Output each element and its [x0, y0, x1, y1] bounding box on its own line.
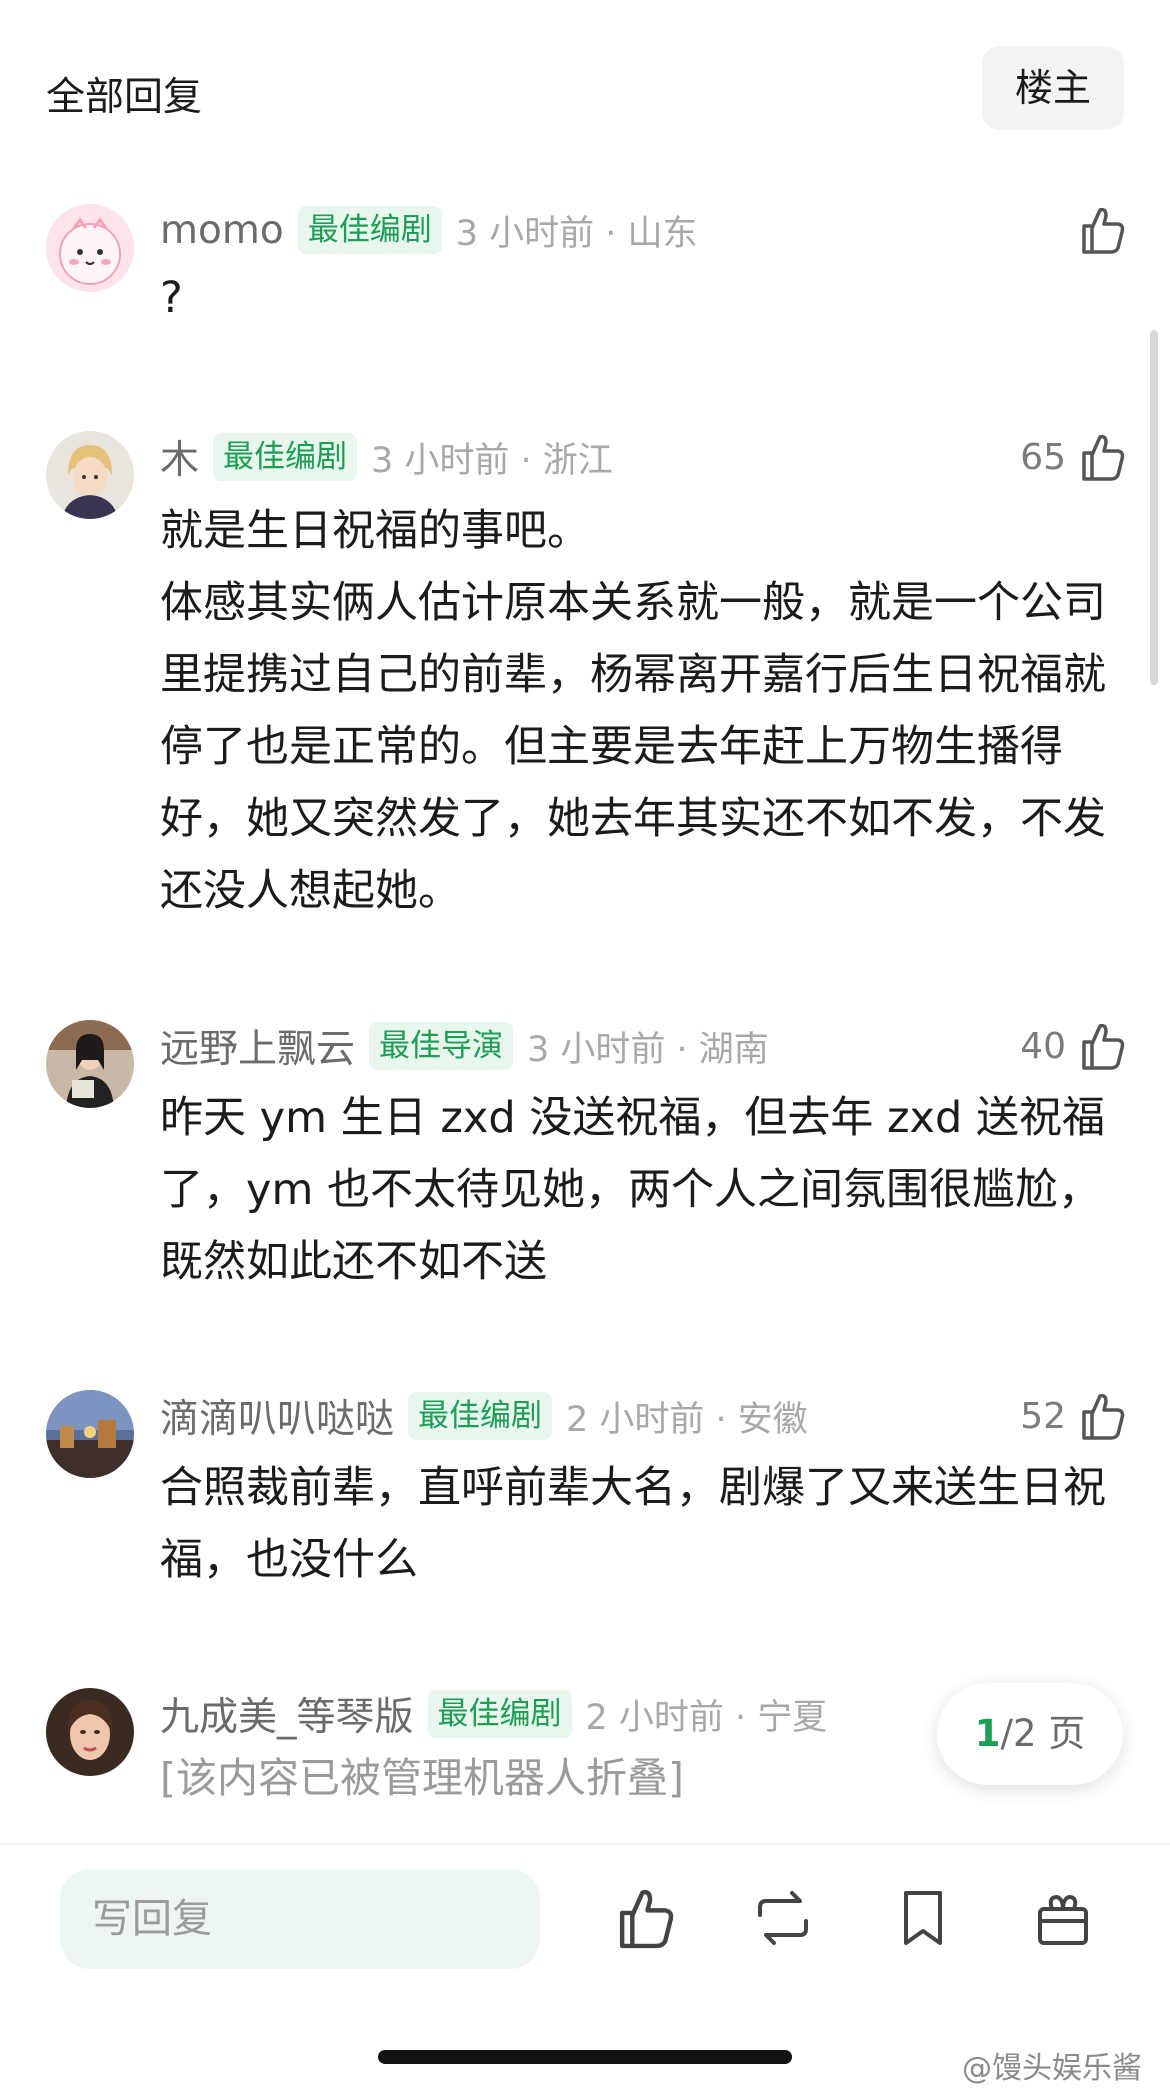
- comment-body: 就是生日祝福的事吧。 体感其实俩人估计原本关系就一般，就是一个公司里提携过自己的…: [160, 495, 1120, 927]
- repost-icon[interactable]: [750, 1885, 816, 1951]
- total-pages: /2 页: [1000, 1712, 1086, 1755]
- user-badge: 最佳导演: [369, 1022, 514, 1070]
- like-button[interactable]: 52: [1020, 1386, 1126, 1446]
- comment-paragraph: 就是生日祝福的事吧。: [160, 506, 590, 556]
- avatar[interactable]: [46, 431, 134, 519]
- avatar[interactable]: [46, 1020, 134, 1108]
- avatar[interactable]: [46, 1390, 134, 1478]
- op-only-button[interactable]: 楼主: [982, 46, 1124, 130]
- comment-meta: 九成美_等琴版 最佳编剧 2 小时前 · 宁夏: [160, 1684, 827, 1744]
- thumbs-up-icon: [1082, 207, 1125, 254]
- gift-icon[interactable]: [1030, 1885, 1096, 1951]
- comment-paragraph: 体感其实俩人估计原本关系就一般，就是一个公司里提携过自己的前辈，杨幂离开嘉行后生…: [160, 578, 1106, 916]
- username[interactable]: 滴滴叭叭哒哒: [160, 1388, 394, 1444]
- user-badge: 最佳编剧: [213, 433, 358, 481]
- like-count: 40: [1020, 1025, 1066, 1067]
- comment-time: 3 小时前 · 浙江: [371, 440, 613, 481]
- bookmark-icon[interactable]: [890, 1885, 956, 1951]
- comment-paragraph: 合照裁前辈，直呼前辈大名，剧爆了又来送生日祝福，也没什么: [160, 1463, 1106, 1585]
- username[interactable]: momo: [160, 208, 284, 253]
- like-button[interactable]: [1066, 200, 1126, 260]
- page-indicator[interactable]: 1/2 页: [937, 1683, 1123, 1785]
- comment-body: ?: [160, 262, 1120, 334]
- avatar[interactable]: [46, 1688, 134, 1776]
- watermark: @馒头娱乐酱: [962, 2051, 1142, 2086]
- user-badge: 最佳编剧: [408, 1392, 553, 1440]
- comment-meta: 远野上飘云 最佳导演 3 小时前 · 湖南: [160, 1016, 769, 1076]
- comment-time: 3 小时前 · 山东: [455, 213, 698, 254]
- like-button[interactable]: 65: [1020, 427, 1126, 487]
- like-count: 52: [1020, 1395, 1066, 1437]
- thumbs-up-icon[interactable]: [612, 1885, 678, 1951]
- comment-time: 3 小时前 · 湖南: [527, 1029, 769, 1070]
- page-title: 全部回复: [46, 75, 203, 120]
- current-page: 1: [974, 1712, 1001, 1755]
- thumbs-up-icon: [1082, 434, 1125, 481]
- user-badge: 最佳编剧: [427, 1690, 572, 1738]
- comment-body: 昨天 ym 生日 zxd 没送祝福，但去年 zxd 送祝福了，ym 也不太待见她…: [160, 1082, 1120, 1298]
- comment-paragraph: ?: [160, 273, 183, 323]
- home-indicator[interactable]: [378, 2050, 792, 2064]
- comment-meta: momo 最佳编剧 3 小时前 · 山东: [160, 200, 697, 260]
- comment-meta: 木 最佳编剧 3 小时前 · 浙江: [160, 427, 613, 487]
- user-badge: 最佳编剧: [297, 206, 442, 254]
- scrollbar[interactable]: [1150, 330, 1158, 685]
- comment-body: 合照裁前辈，直呼前辈大名，剧爆了又来送生日祝福，也没什么: [160, 1452, 1120, 1596]
- header: 全部回复 楼主: [0, 0, 1170, 175]
- comment-time: 2 小时前 · 安徽: [566, 1399, 808, 1440]
- reply-input[interactable]: 写回复: [60, 1869, 540, 1969]
- username[interactable]: 九成美_等琴版: [160, 1686, 414, 1742]
- comment-time: 2 小时前 · 宁夏: [585, 1697, 828, 1738]
- username[interactable]: 远野上飘云: [160, 1018, 355, 1074]
- comment-meta: 滴滴叭叭哒哒 最佳编剧 2 小时前 · 安徽: [160, 1386, 808, 1446]
- like-count: 65: [1020, 436, 1066, 478]
- thumbs-up-icon: [1082, 1023, 1125, 1070]
- thumbs-up-icon: [1082, 1393, 1125, 1440]
- comment-paragraph: 昨天 ym 生日 zxd 没送祝福，但去年 zxd 送祝福了，ym 也不太待见她…: [160, 1093, 1105, 1287]
- like-button[interactable]: 40: [1020, 1016, 1126, 1076]
- username[interactable]: 木: [160, 429, 199, 485]
- avatar[interactable]: [46, 204, 134, 292]
